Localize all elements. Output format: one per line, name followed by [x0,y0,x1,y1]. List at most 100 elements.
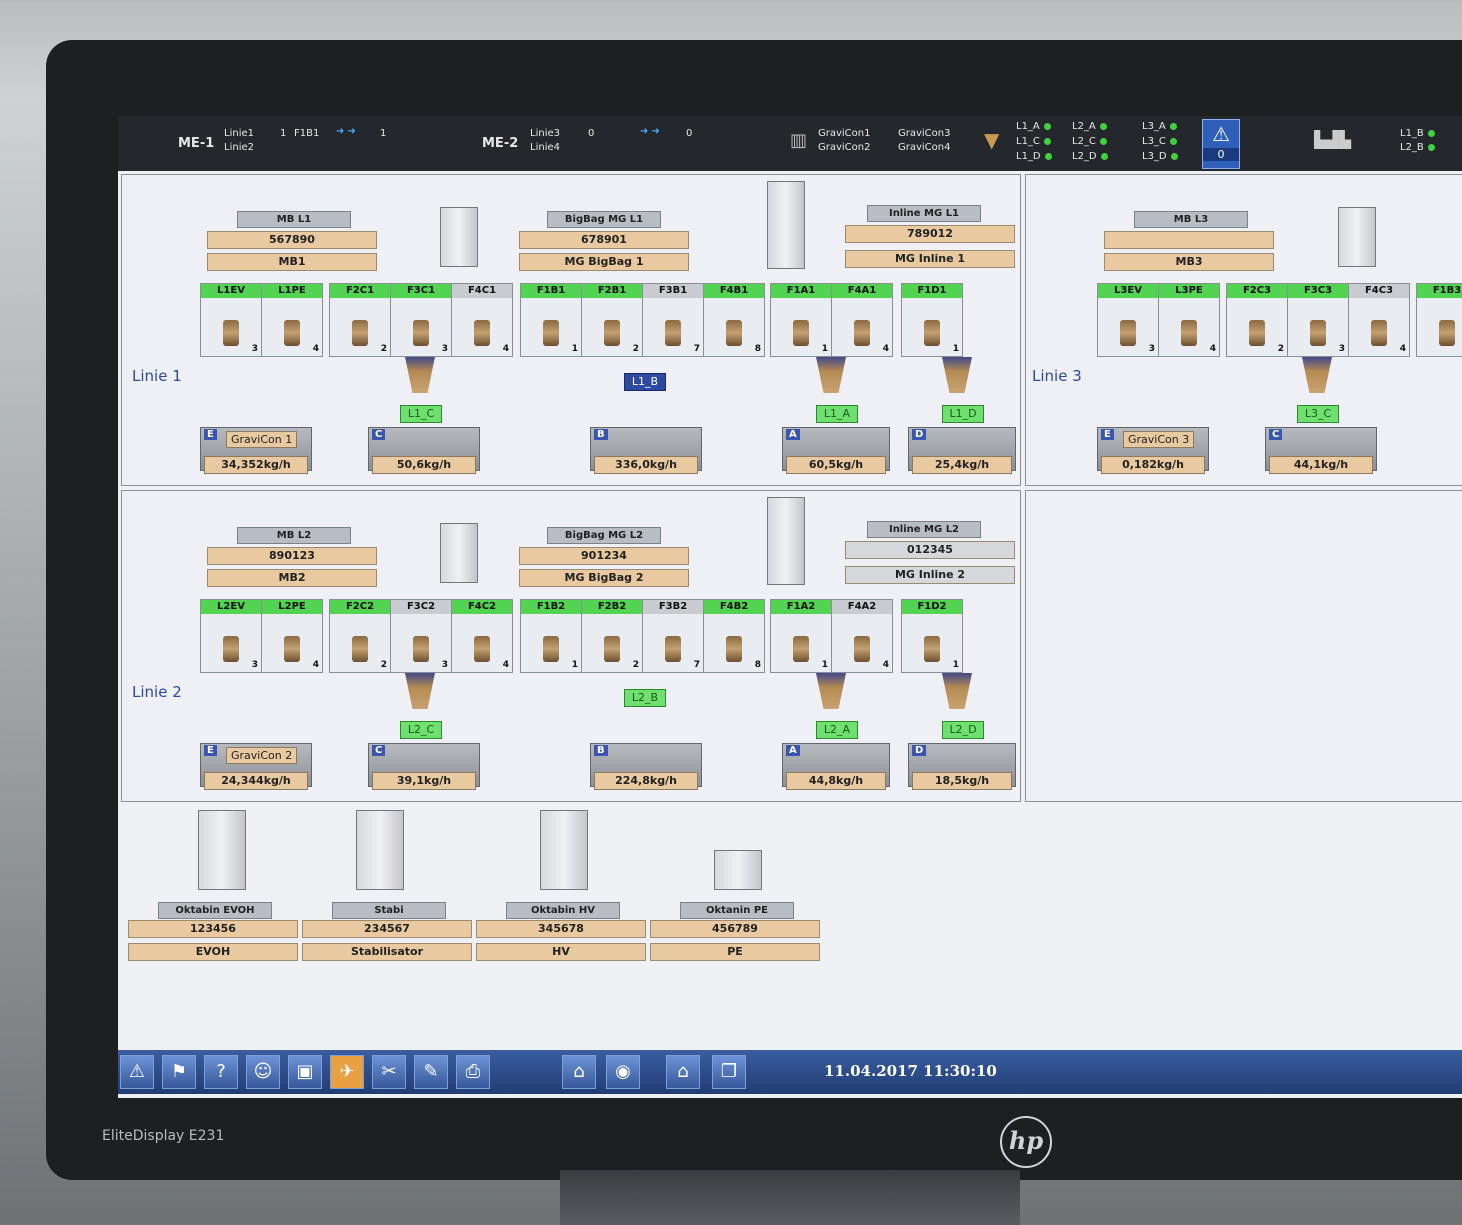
status-label: L1_C [1016,136,1040,147]
status-l2b: L2_B [1400,142,1435,153]
feeder-tank[interactable]: F2C1 2 [329,283,391,357]
status-label: L1_D [1016,151,1041,162]
me1-count: 1 [280,128,287,139]
feeder-tank[interactable]: F4B2 8 [703,599,765,673]
tank-number: 2 [632,344,639,354]
feeder-icon [352,320,368,346]
tank-number: 1 [571,660,578,670]
feeder-tank[interactable]: L3EV 3 [1097,283,1159,357]
alarm-button[interactable]: ⚠ 0 [1202,119,1240,169]
feeder-icon [474,320,490,346]
linie3-panel: Linie 3 MB L3 MB3 L3EV 3 L3PE 4 F2C3 2 F3C3… [1025,174,1462,486]
tank-label: F2C3 [1227,284,1287,298]
status-l1b: L1_B [1400,128,1435,139]
mb-header: MB L2 [237,527,351,544]
feeder-icon [1181,320,1197,346]
scale-letter: A [786,429,800,440]
mb-value: 567890 [207,231,377,249]
feeder-tank[interactable]: F3C2 3 [390,599,452,673]
tank-label: L1EV [201,284,261,298]
tank-number: 1 [821,344,828,354]
status-label: L3_A [1142,121,1166,132]
oktabin-name: EVOH [128,943,298,961]
me2-count2: 0 [686,128,693,139]
feeder-icon [1371,320,1387,346]
rate-d: 25,4kg/h [912,456,1012,474]
feeder-tank[interactable]: L1PE 4 [261,283,323,357]
feeder-tank[interactable]: F3C1 3 [390,283,452,357]
feeder-tank[interactable]: L1EV 3 [200,283,262,357]
feeder-icon [726,636,742,662]
feeder-tank[interactable]: F4C3 4 [1348,283,1410,357]
feeder-tank[interactable]: F1D1 1 [901,283,963,357]
bigbag-value: 901234 [519,547,689,565]
notes-icon[interactable]: ✎ [414,1055,448,1089]
feeder-tank[interactable]: F2B2 2 [581,599,643,673]
rate-a: 60,5kg/h [786,456,886,474]
rate-c: 50,6kg/h [372,456,476,474]
feeder-tank[interactable]: L3PE 4 [1158,283,1220,357]
tank-number: 3 [1148,344,1155,354]
gravicon-label: GraviCon 2 [226,747,298,764]
feeder-tank[interactable]: F4C1 4 [451,283,513,357]
bigbag-name: MG BigBag 2 [519,569,689,587]
feeder-tank[interactable]: F1A2 1 [770,599,832,673]
help-icon[interactable]: ? [204,1055,238,1089]
user-icon[interactable]: ☺ [246,1055,280,1089]
alarm-triangle-icon[interactable]: ⚠ [120,1055,154,1089]
bigbag-header: BigBag MG L1 [547,211,661,228]
warning-icon: ⚠ [1212,122,1230,146]
feeder-tank[interactable]: F2C2 2 [329,599,391,673]
me1-label: ME-1 [178,136,215,151]
mb-header: MB L1 [237,211,351,228]
tank-label: F1A1 [771,284,831,298]
print-icon[interactable]: ⎙ [456,1055,490,1089]
feeder-tank[interactable]: F1A1 1 [770,283,832,357]
feeder-icon [1120,320,1136,346]
feeder-tank[interactable]: F1B3 [1416,283,1462,357]
feeder-tank[interactable]: F1D2 1 [901,599,963,673]
status-l3a: L3_A [1142,121,1177,132]
language-flag-icon[interactable]: ⚑ [162,1055,196,1089]
globe-icon[interactable]: ◉ [606,1055,640,1089]
feeder-tank[interactable]: F4B1 8 [703,283,765,357]
bigbag-value: 678901 [519,231,689,249]
hp-logo: hp [1000,1116,1052,1168]
window-switch-icon[interactable]: ❐ [712,1055,746,1089]
oktabin-evoh-icon [198,810,246,890]
bigbag-station-icon [1338,207,1376,267]
feeder-tank[interactable]: F3C3 3 [1287,283,1349,357]
clock: 11.04.2017 11:30:10 [824,1062,997,1080]
feeder-tank[interactable]: F1B1 1 [520,283,582,357]
feeder-icon [413,636,429,662]
feeder-tank[interactable]: L2PE 4 [261,599,323,673]
me2-count: 0 [588,128,595,139]
rate-b: 224,8kg/h [594,772,698,790]
feeder-tank[interactable]: F4C2 4 [451,599,513,673]
tank-label: F1D1 [902,284,962,298]
feeder-icon [223,320,239,346]
gravicon4: GraviCon4 [898,142,951,153]
mb-name: MB3 [1104,253,1274,271]
linie1-panel: Linie 1 MB L1 567890 MB1 BigBag MG L1 67… [121,174,1021,486]
feeder-tank[interactable]: F2C3 2 [1226,283,1288,357]
save-icon[interactable]: ▣ [288,1055,322,1089]
network-icon[interactable]: ⌂ [562,1055,596,1089]
feeder-tank[interactable]: F1B2 1 [520,599,582,673]
feeder-tank[interactable]: F3B2 7 [642,599,704,673]
status-led [1099,137,1107,145]
feeder-icon [924,636,940,662]
swallow-icon[interactable]: ✈ [330,1055,364,1089]
feeder-tank[interactable]: F3B1 7 [642,283,704,357]
feeder-icon [1310,320,1326,346]
feeder-tank[interactable]: F2B1 2 [581,283,643,357]
feeder-tank[interactable]: L2EV 3 [200,599,262,673]
feeder-icon [854,320,870,346]
status-led [1427,143,1435,151]
machines-icon: ▙▟▙ [1314,130,1351,149]
feeder-tank[interactable]: F4A2 4 [831,599,893,673]
tools-icon[interactable]: ✂ [372,1055,406,1089]
home-icon[interactable]: ⌂ [666,1055,700,1089]
feeder-tank[interactable]: F4A1 4 [831,283,893,357]
bigbag-station-icon [440,207,478,267]
